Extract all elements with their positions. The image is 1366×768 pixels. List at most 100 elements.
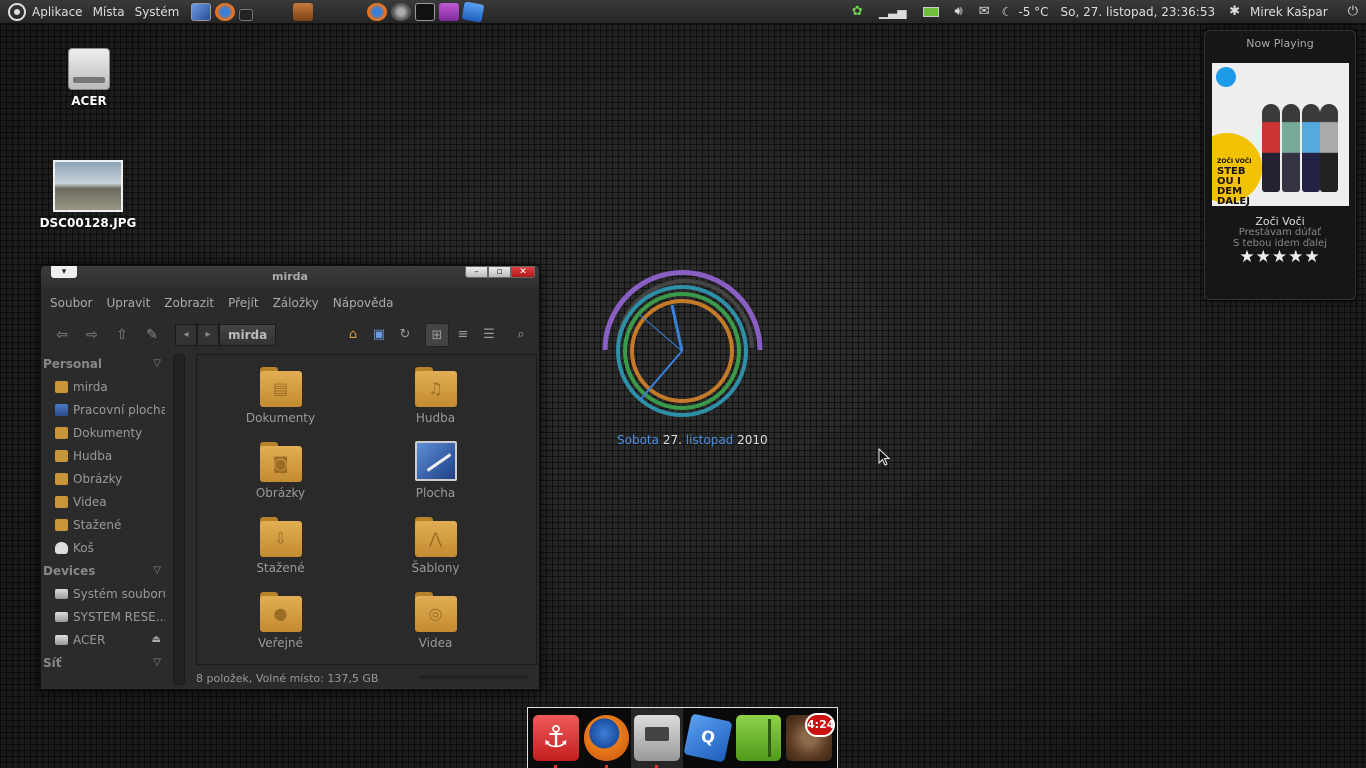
clock-year: 2010 [737, 433, 768, 447]
sidebar-item-pictures[interactable]: Obrázky [41, 467, 165, 490]
sidebar-item-desktop[interactable]: Pracovní plocha [41, 398, 165, 421]
volume-icon[interactable]: 🔊︎ [955, 4, 963, 19]
temperature-label[interactable]: -5 °C [1018, 5, 1048, 19]
folder-item-downloads[interactable]: ⇩ Stažené [203, 513, 358, 588]
home-folder-icon[interactable]: ⌂ [341, 323, 365, 347]
chevron-down-icon[interactable]: ▽ [153, 565, 161, 576]
chevron-down-icon[interactable]: ▽ [153, 358, 161, 369]
compact-view-icon[interactable]: ☰ [477, 323, 501, 347]
clock-minute-hand [639, 350, 683, 401]
menu-system[interactable]: Systém [135, 5, 180, 19]
sidebar-item-home[interactable]: mirda [41, 375, 165, 398]
menu-bar: Soubor Upravit Zobrazit Přejít Záložky N… [41, 288, 539, 318]
up-arrow-icon[interactable]: ⇧ [109, 323, 135, 347]
ubuntu-logo-icon[interactable] [8, 2, 26, 21]
search-icon[interactable]: ⌕ [509, 323, 533, 347]
battery-icon[interactable] [922, 6, 939, 17]
edit-path-icon[interactable]: ✎ [139, 323, 165, 347]
sidebar-item-music[interactable]: Hudba [41, 444, 165, 467]
chat-launcher-icon[interactable] [461, 0, 485, 23]
rating-stars[interactable]: ★★★★★ [1205, 247, 1355, 267]
user-name-label[interactable]: Mirek Kašpar [1250, 5, 1328, 19]
folder-item-videos[interactable]: ◎ Videa [358, 588, 513, 663]
menu-view[interactable]: Zobrazit [164, 296, 214, 310]
dock-firefox-icon[interactable] [583, 715, 630, 768]
clock-widget [602, 270, 763, 417]
computer-icon[interactable]: ▣ [367, 323, 391, 347]
show-desktop-icon[interactable] [191, 2, 212, 21]
sidebar-item-documents[interactable]: Dokumenty [41, 421, 165, 444]
folder-item-documents[interactable]: ▤ Dokumenty [203, 363, 358, 438]
network-signal-icon[interactable]: ▁▃▅ [879, 5, 907, 19]
folder-item-public[interactable]: ● Veřejné [203, 588, 358, 663]
pictures-folder-icon [55, 472, 68, 485]
minimize-button[interactable]: – [465, 266, 488, 278]
rhythmbox-launcher-icon[interactable] [391, 2, 412, 21]
path-button-home[interactable]: mirda [219, 324, 277, 346]
folder-item-desktop[interactable]: Plocha [358, 438, 513, 513]
menu-edit[interactable]: Upravit [106, 296, 150, 310]
speaker-app-icon[interactable] [293, 2, 314, 21]
folder-item-pictures[interactable]: ◙ Obrázky [203, 438, 358, 513]
menu-applications[interactable]: Aplikace [32, 5, 83, 19]
window-titlebar[interactable]: ▾ mirda – ▫ ✕ [41, 266, 539, 288]
videos-folder-icon: ◎ [414, 590, 457, 632]
power-icon[interactable]: ⏻ [1348, 4, 1358, 19]
firefox-window-icon[interactable] [215, 2, 236, 21]
empty-workspace-icon[interactable] [239, 8, 254, 21]
list-view-icon[interactable]: ≡ [451, 323, 475, 347]
maximize-button[interactable]: ▫ [488, 266, 511, 278]
menu-bookmarks[interactable]: Záložky [273, 296, 319, 310]
drive-icon [55, 634, 68, 645]
sidebar-item-videos[interactable]: Videa [41, 490, 165, 513]
public-folder-icon: ● [259, 590, 302, 632]
photo-thumbnail-icon [53, 160, 123, 212]
folder-item-music[interactable]: ♫ Hudba [358, 363, 513, 438]
menu-places[interactable]: Místa [93, 5, 125, 19]
menu-file[interactable]: Soubor [50, 296, 92, 310]
dock-notes-icon[interactable] [735, 715, 782, 761]
cover-text-line: DALEJ [1217, 196, 1250, 207]
eject-icon[interactable]: ⏏ [152, 634, 161, 645]
sidebar-header-network[interactable]: Síť ▽ [41, 651, 165, 674]
menu-help[interactable]: Nápověda [333, 296, 394, 310]
menu-go[interactable]: Přejít [228, 296, 258, 310]
album-cover[interactable]: ZOČI VOČI STEB OU I DEM DALEJ [1212, 63, 1349, 206]
user-status-icon[interactable]: ✱ [1229, 4, 1240, 19]
weather-moon-icon[interactable]: ☾ [1002, 5, 1013, 19]
forward-arrow-icon[interactable]: ⇨ [79, 323, 105, 347]
dock-file-manager-icon[interactable] [634, 715, 681, 768]
sidebar-item-filesystem[interactable]: Systém souborů [41, 582, 165, 605]
sidebar-item-system-reserved[interactable]: SYSTEM RESE... [41, 605, 165, 628]
sidebar-scrollbar[interactable] [173, 354, 185, 685]
clover-indicator-icon[interactable]: ✿ [852, 4, 863, 19]
firefox-launcher-icon[interactable] [367, 2, 388, 21]
empathy-launcher-icon[interactable] [439, 2, 460, 21]
icon-view-icon[interactable]: ⊞ [425, 323, 449, 347]
mouse-pointer-icon [878, 448, 890, 466]
desktop-icon [55, 403, 68, 416]
dock-chat-icon[interactable]: Q [683, 713, 733, 763]
terminal-launcher-icon[interactable] [415, 2, 436, 21]
sidebar-item-downloads[interactable]: Stažené [41, 513, 165, 536]
dock-rhythmbox-icon[interactable]: 4:24 [786, 713, 836, 761]
datetime-label[interactable]: So, 27. listopad, 23:36:53 [1061, 5, 1216, 19]
sidebar-header-devices[interactable]: Devices ▽ [41, 559, 165, 582]
desktop-icon-acer[interactable]: ACER [34, 48, 144, 108]
back-arrow-icon[interactable]: ⇦ [49, 323, 75, 347]
music-folder-icon: ♫ [414, 365, 457, 407]
desktop-icon-photo[interactable]: DSC00128.JPG [33, 160, 143, 230]
mail-icon[interactable]: ✉ [979, 4, 990, 19]
sidebar-header-personal[interactable]: Personal ▽ [41, 352, 165, 375]
dock-anchor-icon[interactable]: ⚓ [533, 715, 579, 768]
reload-icon[interactable]: ↻ [393, 323, 417, 347]
folder-item-templates[interactable]: ⋀ Šablony [358, 513, 513, 588]
path-left-icon[interactable]: ◂ [175, 324, 197, 346]
chevron-down-icon[interactable]: ▽ [153, 657, 161, 668]
zoom-slider[interactable] [419, 675, 529, 679]
sidebar-item-trash[interactable]: Koš [41, 536, 165, 559]
close-button[interactable]: ✕ [511, 266, 535, 278]
videos-folder-icon [55, 495, 68, 508]
sidebar-item-acer[interactable]: ACER ⏏ [41, 628, 165, 651]
path-right-icon[interactable]: ▸ [197, 324, 219, 346]
